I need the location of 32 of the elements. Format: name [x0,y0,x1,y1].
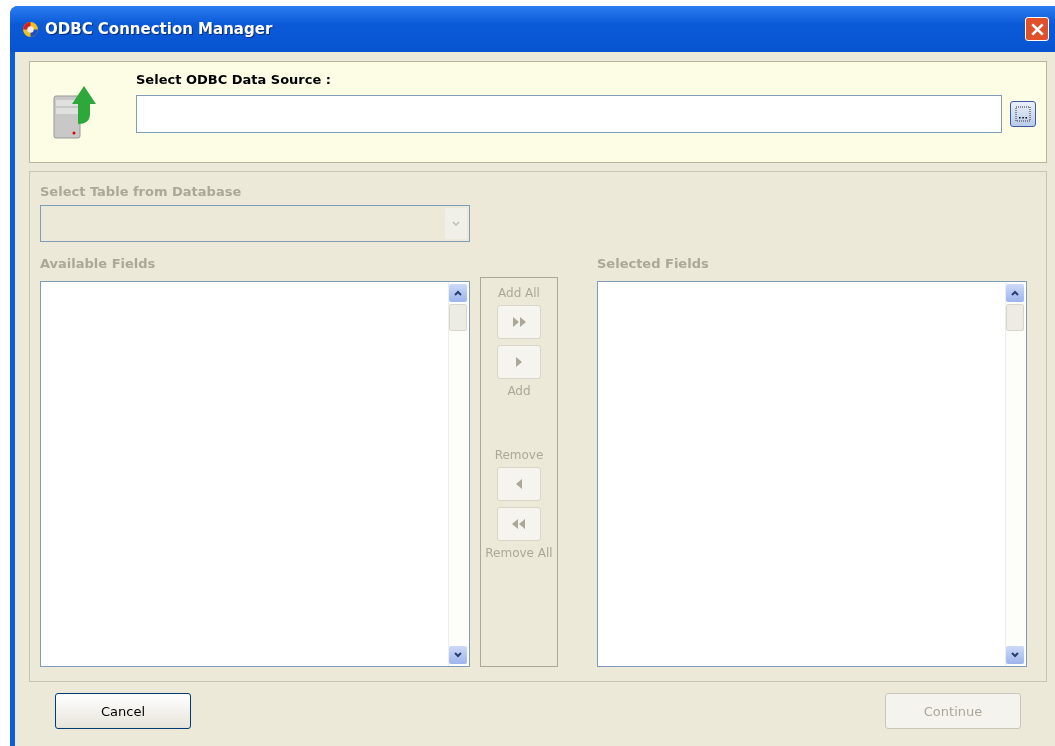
data-source-field[interactable] [136,95,1002,133]
scrollbar[interactable] [1005,282,1026,666]
transfer-label: Remove [494,448,544,462]
close-button[interactable] [1025,17,1049,41]
scrollbar[interactable] [448,282,469,666]
data-source-label: Select ODBC Data Source : [136,72,332,87]
scroll-up-icon[interactable] [1010,288,1020,298]
double-left-arrow-icon [511,519,527,529]
scroll-thumb[interactable] [449,304,467,331]
table-dropdown[interactable] [40,205,470,242]
transfer-label: Remove All [485,546,553,560]
right-arrow-icon [514,357,524,367]
cancel-button[interactable]: Cancel [55,693,191,729]
browse-button[interactable] [1010,101,1036,127]
double-right-arrow-icon [511,317,527,327]
scroll-thumb[interactable] [1006,304,1024,331]
scroll-down-icon[interactable] [453,650,463,660]
available-fields-list[interactable] [40,281,470,667]
table-label: Select Table from Database [40,184,243,199]
scroll-down-icon[interactable] [1010,650,1020,660]
left-arrow-icon [514,479,524,489]
selected-fields-list[interactable] [597,281,1027,667]
close-icon [1030,22,1044,36]
available-fields-label: Available Fields [40,256,157,271]
ellipsis-icon [1015,106,1031,122]
app-icon [22,20,39,38]
selected-fields-label: Selected Fields [597,256,710,271]
transfer-label: Add All [498,286,540,300]
server-arrow-icon [52,84,96,140]
transfer-label: Add [507,384,531,398]
scroll-up-icon[interactable] [453,288,463,298]
window-title: ODBC Connection Manager [45,20,274,38]
